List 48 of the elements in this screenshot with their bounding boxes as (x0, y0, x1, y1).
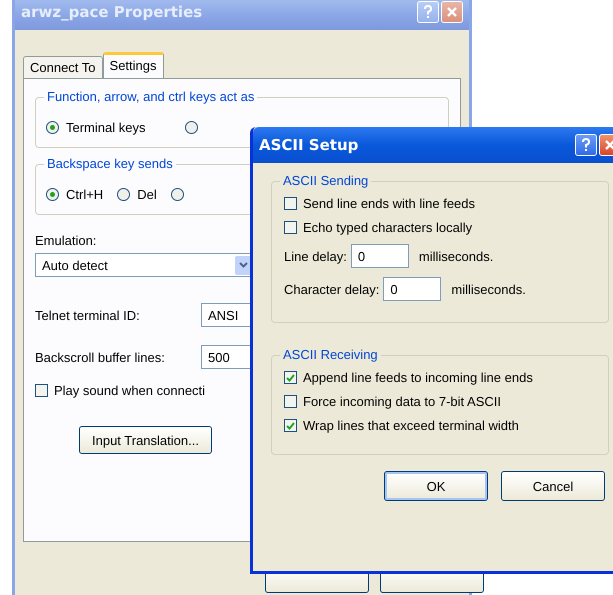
dialog-button[interactable]: Cancel (501, 471, 605, 501)
chevron-down-icon (239, 262, 248, 268)
group-title: ASCII Sending (280, 173, 372, 188)
help-button[interactable] (575, 134, 597, 156)
checkbox[interactable] (35, 384, 48, 397)
window-title: ASCII Setup (259, 136, 360, 154)
close-icon (446, 6, 458, 18)
radio-button[interactable] (170, 188, 184, 201)
radio-button[interactable] (185, 121, 198, 134)
dialog-button[interactable]: OK (384, 471, 488, 501)
checkbox-label: Send line ends with line feeds (303, 196, 476, 211)
radio-button[interactable] (46, 121, 59, 134)
close-icon (604, 139, 613, 151)
input-field[interactable]: 0 (383, 277, 442, 301)
checkbox-label: Force incoming data to 7-bit ASCII (303, 394, 501, 409)
radio-button[interactable] (117, 188, 130, 201)
field-label: Emulation: (35, 233, 98, 248)
radio-label: Ctrl+H (66, 187, 104, 202)
check-icon (286, 374, 295, 382)
radio-button[interactable] (46, 188, 59, 201)
checkbox[interactable] (284, 197, 297, 210)
input-translation-button[interactable]: Input Translation... (79, 426, 212, 454)
radio-label: Del (137, 187, 157, 202)
field-label: Character delay: (284, 282, 380, 296)
checkbox[interactable] (284, 419, 297, 432)
checkbox-label: Append line feeds to incoming line ends (303, 370, 533, 385)
checkbox-label: Wrap lines that exceed terminal width (303, 418, 519, 433)
input-field[interactable]: 0 (350, 244, 409, 268)
question-mark-icon (423, 5, 433, 19)
unit-label: milliseconds. (451, 282, 526, 296)
checkbox[interactable] (284, 371, 297, 384)
field-label: Telnet terminal ID: (35, 308, 141, 322)
unit-label: milliseconds. (418, 248, 494, 264)
tab[interactable]: Settings (102, 52, 164, 78)
check-icon (286, 422, 295, 430)
checkbox[interactable] (284, 395, 297, 408)
group-title: Function, arrow, and ctrl keys act as (44, 89, 258, 104)
field-label: Line delay: (284, 248, 347, 264)
field-label: Backscroll buffer lines: (35, 350, 166, 364)
tab[interactable]: Connect To (23, 56, 103, 78)
group-title: ASCII Receiving (280, 347, 381, 362)
checkbox-label: Play sound when connecti (54, 383, 206, 398)
question-mark-icon (581, 138, 591, 152)
checkbox-label: Echo typed characters locally (303, 220, 472, 235)
group-title: Backspace key sends (44, 156, 176, 171)
radio-label: Terminal keys (66, 120, 146, 135)
window-title: arwz_pace Properties (21, 3, 204, 21)
checkbox[interactable] (284, 221, 297, 234)
